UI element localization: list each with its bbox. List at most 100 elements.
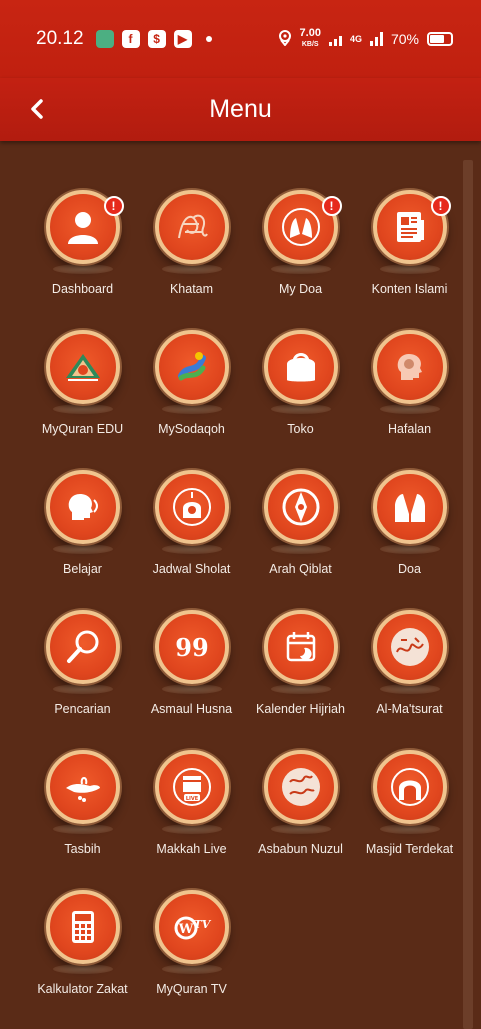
menu-item-asmaul-husna[interactable]: 99 Asmaul Husna xyxy=(137,610,246,750)
shopping-bag-icon xyxy=(263,330,338,404)
location-icon xyxy=(278,29,292,49)
svg-text:TV: TV xyxy=(193,918,211,931)
menu-item-pencarian[interactable]: Pencarian xyxy=(28,610,137,750)
app-bar: Menu xyxy=(0,78,481,141)
menu-item-label: Asmaul Husna xyxy=(150,702,233,716)
menu-item-arah-qiblat[interactable]: Arah Qiblat xyxy=(246,470,355,610)
svg-text:LIVE: LIVE xyxy=(185,796,198,802)
alert-badge-icon: ! xyxy=(103,196,124,216)
menu-item-label: Tasbih xyxy=(64,842,101,856)
menu-icon-wrap: ! xyxy=(263,190,342,266)
menu-item-label: Arah Qiblat xyxy=(269,562,332,576)
menu-item-label: Konten Islami xyxy=(371,282,448,296)
notification-app-icon xyxy=(95,30,114,48)
menu-item-label: Belajar xyxy=(63,562,102,576)
status-bar: 20.12 f $ ▶ 7.00 KB/S 4G 70% xyxy=(0,0,481,78)
more-notifications-icon xyxy=(205,36,212,42)
menu-grid: ! Dashboard Khatam ! My Doa! Konten Islami MyQ… xyxy=(28,190,464,1029)
menu-item-hafalan[interactable]: Hafalan xyxy=(355,330,464,470)
menu-item-belajar[interactable]: Belajar xyxy=(28,470,137,610)
chevron-left-icon xyxy=(31,99,43,119)
menu-icon-wrap xyxy=(372,470,447,546)
menu-icon-wrap xyxy=(263,750,338,826)
alert-badge-icon: ! xyxy=(430,196,451,216)
status-right: 7.00 KB/S 4G 70% xyxy=(278,28,453,50)
menu-item-label: MyQuran TV xyxy=(156,982,227,996)
menu-item-masjid-terdekat[interactable]: Masjid Terdekat xyxy=(355,750,464,890)
calendar-moon-icon xyxy=(263,610,338,684)
speed-unit: KB/S xyxy=(301,41,319,48)
menu-item-jadwal-sholat[interactable]: Jadwal Sholat xyxy=(137,470,246,610)
menu-item-asbabun-nuzul[interactable]: Asbabun Nuzul xyxy=(246,750,355,890)
menu-icon-wrap xyxy=(263,330,338,406)
search-icon xyxy=(45,610,120,684)
speed-value: 7.00 xyxy=(299,27,321,39)
menu-item-toko[interactable]: Toko xyxy=(246,330,355,470)
menu-icon-wrap xyxy=(372,330,447,406)
hands-icon xyxy=(372,470,447,544)
menu-item-myquran-tv[interactable]: W TV MyQuran TV xyxy=(137,890,246,1029)
menu-item-label: Khatam xyxy=(169,282,214,296)
99-icon: 99 xyxy=(154,610,229,684)
menu-item-kalkulator-zakat[interactable]: Kalkulator Zakat xyxy=(28,890,137,1029)
youtube-icon: ▶ xyxy=(173,30,192,48)
menu-icon-wrap xyxy=(45,890,120,966)
menu-item-konten-islami[interactable]: ! Konten Islami xyxy=(355,190,464,330)
menu-item-dashboard[interactable]: ! Dashboard xyxy=(28,190,137,330)
mosque-location-icon xyxy=(372,750,447,824)
menu-item-label: Kalkulator Zakat xyxy=(37,982,128,996)
shopping-icon: $ xyxy=(147,30,166,48)
menu-icon-wrap xyxy=(154,190,229,266)
menu-icon-wrap xyxy=(45,330,120,406)
menu-icon-wrap xyxy=(154,330,229,406)
menu-item-label: Asbabun Nuzul xyxy=(258,842,343,856)
edu-logo-icon xyxy=(45,330,120,404)
menu-icon-wrap xyxy=(154,470,229,546)
quran-calligraphy-icon xyxy=(154,190,229,264)
status-time: 20.12 xyxy=(36,28,84,49)
menu-item-myquran-edu[interactable]: MyQuran EDU xyxy=(28,330,137,470)
menu-icon-wrap xyxy=(45,470,120,546)
menu-item-label: Kalender Hijriah xyxy=(256,702,345,716)
menu-item-doa[interactable]: Doa xyxy=(355,470,464,610)
menu-icon-wrap xyxy=(45,610,120,686)
network-speed: 7.00 KB/S xyxy=(300,28,321,50)
battery-percent: 70% xyxy=(390,31,419,47)
mosque-clock-icon xyxy=(154,470,229,544)
menu-icon-wrap xyxy=(263,610,338,686)
menu-icon-wrap xyxy=(45,750,120,826)
arabic-calligraphy-icon xyxy=(372,610,447,684)
menu-item-my-doa[interactable]: ! My Doa xyxy=(246,190,355,330)
menu-item-tasbih[interactable]: Tasbih xyxy=(28,750,137,890)
menu-item-makkah-live[interactable]: LIVE Makkah Live xyxy=(137,750,246,890)
menu-item-label: Dashboard xyxy=(51,282,114,296)
page-title: Menu xyxy=(209,95,272,123)
svg-text:W: W xyxy=(177,922,193,937)
menu-item-khatam[interactable]: Khatam xyxy=(137,190,246,330)
menu-item-al-ma-tsurat[interactable]: Al-Ma'tsurat xyxy=(355,610,464,750)
calculator-icon xyxy=(45,890,120,964)
menu-item-label: MySodaqoh xyxy=(158,422,225,436)
menu-icon-wrap: ! xyxy=(45,190,124,266)
menu-icon-wrap: ! xyxy=(372,190,451,266)
tasbih-hand-icon xyxy=(45,750,120,824)
alert-badge-icon: ! xyxy=(321,196,342,216)
menu-item-label: Pencarian xyxy=(54,702,111,716)
speaking-head-icon xyxy=(45,470,120,544)
menu-icon-wrap xyxy=(263,470,338,546)
battery-icon xyxy=(427,32,453,46)
menu-item-kalender-hijriah[interactable]: Kalender Hijriah xyxy=(246,610,355,750)
menu-item-label: Toko xyxy=(287,422,314,436)
back-button[interactable] xyxy=(22,92,52,126)
network-type: 4G xyxy=(349,34,362,44)
menu-icon-wrap xyxy=(372,610,447,686)
menu-item-mysodaqoh[interactable]: MySodaqoh xyxy=(137,330,246,470)
scrollbar[interactable] xyxy=(463,160,473,1029)
menu-icon-wrap xyxy=(372,750,447,826)
status-left: 20.12 f $ ▶ xyxy=(36,28,212,50)
menu-icon-wrap: 99 xyxy=(154,610,229,686)
menu-item-label: Doa xyxy=(398,562,421,576)
sodaqoh-logo-icon xyxy=(154,330,229,404)
compass-icon xyxy=(263,470,338,544)
menu-item-label: Makkah Live xyxy=(156,842,227,856)
